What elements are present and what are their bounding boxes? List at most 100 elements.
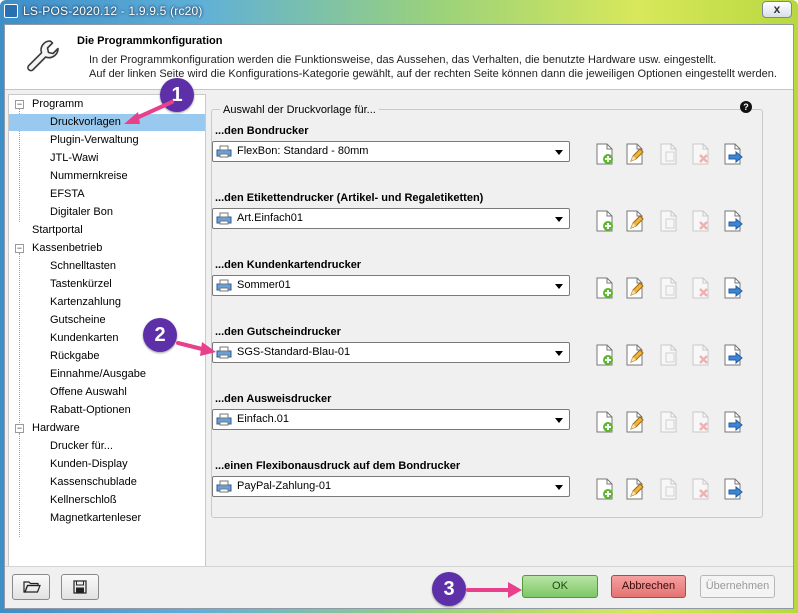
delete-template-button[interactable] xyxy=(688,142,712,166)
group-label-etikettendrucker: ...den Etikettendrucker (Artikel- und Re… xyxy=(215,192,484,204)
export-template-button[interactable] xyxy=(720,477,744,501)
export-template-button[interactable] xyxy=(720,410,744,434)
close-button[interactable]: x xyxy=(762,1,792,18)
copy-template-button[interactable] xyxy=(656,343,680,367)
group-label-bondrucker: ...den Bondrucker xyxy=(215,125,309,137)
tree-item-magnetkartenleser[interactable]: Magnetkartenleser xyxy=(50,510,141,527)
chevron-down-icon[interactable] xyxy=(555,217,563,222)
tree-item-startportal[interactable]: Startportal xyxy=(32,222,83,239)
export-template-button[interactable] xyxy=(720,209,744,233)
expander-programm[interactable]: − xyxy=(15,100,24,109)
copy-icon xyxy=(660,478,677,500)
annotation-arrow-2 xyxy=(176,341,216,356)
add-template-button[interactable] xyxy=(592,142,616,166)
edit-template-button[interactable] xyxy=(622,209,646,233)
add-template-button[interactable] xyxy=(592,209,616,233)
copy-icon xyxy=(660,210,677,232)
expander-kassenbetrieb[interactable]: − xyxy=(15,244,24,253)
delete-icon xyxy=(692,344,709,366)
delete-template-button[interactable] xyxy=(688,209,712,233)
tree-item-drucker-fuer[interactable]: Drucker für... xyxy=(50,438,113,455)
combo-bondrucker[interactable]: FlexBon: Standard - 80mm xyxy=(212,141,570,162)
chevron-down-icon[interactable] xyxy=(555,485,563,490)
pencil-icon xyxy=(626,478,644,500)
tree-item-rueckgabe[interactable]: Rückgabe xyxy=(50,348,100,365)
tree-item-digitaler-bon[interactable]: Digitaler Bon xyxy=(50,204,113,221)
add-icon xyxy=(596,344,613,366)
expander-hardware[interactable]: − xyxy=(15,424,24,433)
copy-template-button[interactable] xyxy=(656,209,680,233)
tree-item-kellnerschloss[interactable]: Kellnerschloß xyxy=(50,492,117,509)
tree-item-programm[interactable]: Programm xyxy=(32,96,83,113)
tree-item-hardware[interactable]: Hardware xyxy=(32,420,80,437)
combo-value: FlexBon: Standard - 80mm xyxy=(237,145,369,157)
edit-template-button[interactable] xyxy=(622,477,646,501)
copy-template-button[interactable] xyxy=(656,410,680,434)
chevron-down-icon[interactable] xyxy=(555,150,563,155)
combo-etikettendrucker[interactable]: Art.Einfach01 xyxy=(212,208,570,229)
tree-item-rabatt-optionen[interactable]: Rabatt-Optionen xyxy=(50,402,131,419)
printer-icon xyxy=(216,145,232,158)
export-template-button[interactable] xyxy=(720,343,744,367)
apply-button[interactable]: Übernehmen xyxy=(700,575,775,598)
edit-template-button[interactable] xyxy=(622,142,646,166)
tree-item-efsta[interactable]: EFSTA xyxy=(50,186,85,203)
tree-item-kassenschublade[interactable]: Kassenschublade xyxy=(50,474,137,491)
delete-template-button[interactable] xyxy=(688,410,712,434)
add-template-button[interactable] xyxy=(592,477,616,501)
export-icon xyxy=(724,411,743,433)
annotation-arrow-1 xyxy=(124,100,174,124)
tree-item-jtl-wawi[interactable]: JTL-Wawi xyxy=(50,150,98,167)
printer-icon xyxy=(216,346,232,359)
printer-icon xyxy=(216,480,232,493)
tree-connector xyxy=(19,253,20,429)
chevron-down-icon[interactable] xyxy=(555,418,563,423)
tree-item-nummernkreise[interactable]: Nummernkreise xyxy=(50,168,128,185)
tree-item-einnahme-ausgabe[interactable]: Einnahme/Ausgabe xyxy=(50,366,146,383)
add-icon xyxy=(596,411,613,433)
add-template-button[interactable] xyxy=(592,276,616,300)
annotation-badge-3: 3 xyxy=(432,572,466,606)
help-icon[interactable]: ? xyxy=(740,101,752,113)
combo-ausweisdrucker[interactable]: Einfach.01 xyxy=(212,409,570,430)
export-icon xyxy=(724,478,743,500)
ok-button[interactable]: OK xyxy=(522,575,598,598)
tree-item-kunden-display[interactable]: Kunden-Display xyxy=(50,456,128,473)
delete-template-button[interactable] xyxy=(688,477,712,501)
tree-item-plugin-verwaltung[interactable]: Plugin-Verwaltung xyxy=(50,132,139,149)
copy-template-button[interactable] xyxy=(656,477,680,501)
tree-item-schnelltasten[interactable]: Schnelltasten xyxy=(50,258,116,275)
tree-item-tastenkuerzel[interactable]: Tastenkürzel xyxy=(50,276,112,293)
copy-template-button[interactable] xyxy=(656,276,680,300)
header-panel: Die Programmkonfiguration In der Program… xyxy=(5,25,793,90)
group-label-gutscheindrucker: ...den Gutscheindrucker xyxy=(215,326,341,338)
open-button[interactable] xyxy=(12,574,50,600)
export-template-button[interactable] xyxy=(720,142,744,166)
tree-item-gutscheine[interactable]: Gutscheine xyxy=(50,312,106,329)
chevron-down-icon[interactable] xyxy=(555,284,563,289)
edit-template-button[interactable] xyxy=(622,410,646,434)
tree-item-kassenbetrieb[interactable]: Kassenbetrieb xyxy=(32,240,102,257)
copy-icon xyxy=(660,344,677,366)
title-bar[interactable]: LS-POS-2020.12 - 1.9.9.5 (rc20) x xyxy=(0,0,798,22)
cancel-button[interactable]: Abbrechen xyxy=(611,575,686,598)
combo-gutscheindrucker[interactable]: SGS-Standard-Blau-01 xyxy=(212,342,570,363)
tree-item-kundenkarten[interactable]: Kundenkarten xyxy=(50,330,119,347)
export-template-button[interactable] xyxy=(720,276,744,300)
save-button[interactable] xyxy=(61,574,99,600)
group-label-flexibonausdruck: ...einen Flexibonausdruck auf dem Bondru… xyxy=(215,460,461,472)
edit-template-button[interactable] xyxy=(622,276,646,300)
combo-flexibonausdruck[interactable]: PayPal-Zahlung-01 xyxy=(212,476,570,497)
delete-template-button[interactable] xyxy=(688,276,712,300)
edit-template-button[interactable] xyxy=(622,343,646,367)
tree-item-offene-auswahl[interactable]: Offene Auswahl xyxy=(50,384,127,401)
add-template-button[interactable] xyxy=(592,343,616,367)
copy-template-button[interactable] xyxy=(656,142,680,166)
tree-item-kartenzahlung[interactable]: Kartenzahlung xyxy=(50,294,121,311)
delete-template-button[interactable] xyxy=(688,343,712,367)
chevron-down-icon[interactable] xyxy=(555,351,563,356)
combo-kundenkartendrucker[interactable]: Sommer01 xyxy=(212,275,570,296)
pencil-icon xyxy=(626,210,644,232)
group-label-ausweisdrucker: ...den Ausweisdrucker xyxy=(215,393,332,405)
add-template-button[interactable] xyxy=(592,410,616,434)
